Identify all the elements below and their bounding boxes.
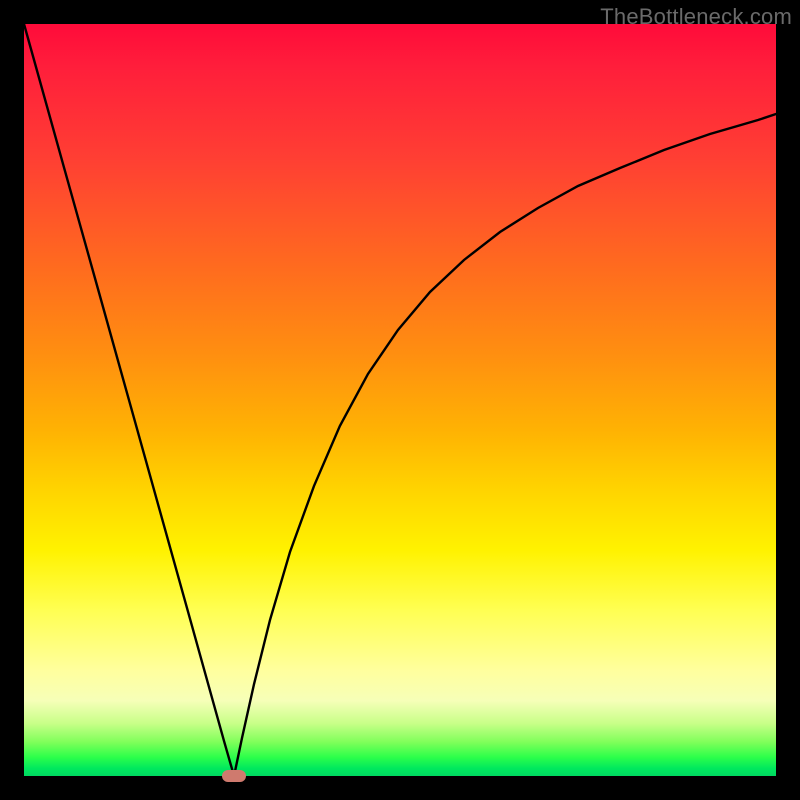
curve-left-branch <box>24 24 234 776</box>
curve-right-branch <box>234 114 776 776</box>
plot-frame <box>24 24 776 776</box>
curve-layer <box>24 24 776 776</box>
watermark-text: TheBottleneck.com <box>600 4 792 30</box>
cusp-marker <box>222 770 246 782</box>
